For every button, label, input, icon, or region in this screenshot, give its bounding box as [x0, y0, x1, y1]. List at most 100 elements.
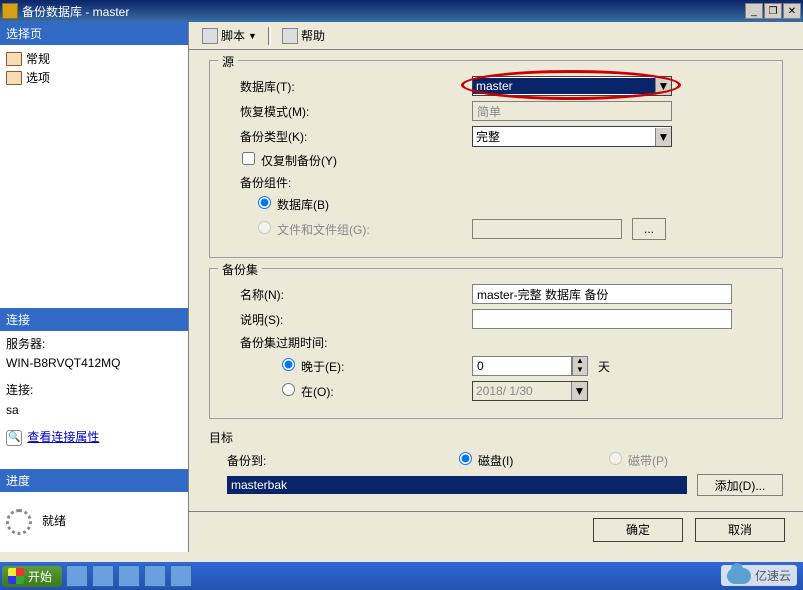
sidebar-item-general[interactable]: 常规 — [6, 49, 182, 68]
after-days-input[interactable] — [472, 356, 572, 376]
name-field[interactable] — [472, 284, 732, 304]
watermark-text: 亿速云 — [755, 567, 791, 584]
help-button[interactable]: 帮助 — [275, 24, 332, 47]
taskbar-item[interactable] — [92, 565, 114, 587]
group-title-backup-set: 备份集 — [218, 261, 262, 278]
group-title-source: 源 — [218, 53, 238, 70]
copy-only-checkbox[interactable] — [242, 152, 255, 165]
sidebar-item-options[interactable]: 选项 — [6, 68, 182, 87]
connection-value: sa — [6, 401, 182, 420]
recovery-mode-label: 恢复模式(M): — [222, 103, 472, 120]
disk-radio[interactable] — [459, 452, 472, 465]
chevron-down-icon[interactable]: ▼ — [655, 77, 671, 95]
tape-radio-label: 磁带(P) — [609, 452, 668, 469]
group-target: 目标 备份到: 磁盘(I) 磁带(P) masterbak 添加(D)... — [209, 429, 783, 496]
database-label: 数据库(T): — [222, 78, 472, 95]
watermark: 亿速云 — [721, 565, 797, 586]
description-label: 说明(S): — [222, 311, 472, 328]
minimize-button[interactable]: _ — [745, 3, 763, 19]
dialog-footer: 确定 取消 — [189, 511, 803, 547]
progress-status: 就绪 — [42, 512, 66, 531]
taskbar-item[interactable] — [66, 565, 88, 587]
progress-spinner-icon — [6, 509, 32, 535]
after-radio[interactable] — [282, 358, 295, 371]
name-label: 名称(N): — [222, 286, 472, 303]
days-unit: 天 — [598, 358, 610, 375]
description-field[interactable] — [472, 309, 732, 329]
server-value: WIN-B8RVQT412MQ — [6, 354, 182, 373]
sidebar-item-label: 常规 — [26, 50, 50, 67]
toolbar: 脚本 ▼ 帮助 — [189, 22, 803, 50]
backup-component-label: 备份组件: — [222, 174, 472, 191]
taskbar-item[interactable] — [170, 565, 192, 587]
server-label: 服务器: — [6, 335, 182, 354]
group-backup-set: 备份集 名称(N): 说明(S): 备份集过期时间: 晚于(E): ▲▼ 天 — [209, 268, 783, 419]
database-radio-label[interactable]: 数据库(B) — [222, 196, 472, 213]
ok-button[interactable]: 确定 — [593, 518, 683, 542]
chevron-down-icon: ▼ — [248, 31, 257, 41]
script-label: 脚本 — [221, 27, 245, 44]
connection-label: 连接: — [6, 381, 182, 400]
form: 源 数据库(T): master ▼ 恢复模式(M): 备份类型(K): — [189, 50, 803, 511]
disk-radio-label[interactable]: 磁盘(I) — [459, 452, 609, 469]
help-icon — [282, 28, 298, 44]
filegroup-radio-label: 文件和文件组(G): — [222, 221, 472, 238]
backup-to-label: 备份到: — [209, 452, 459, 469]
progress-body: 就绪 — [0, 492, 188, 552]
after-radio-label[interactable]: 晚于(E): — [222, 358, 472, 375]
backup-type-select[interactable]: 完整 ▼ — [472, 126, 672, 147]
script-icon — [202, 28, 218, 44]
window-title: 备份数据库 - master — [22, 3, 129, 20]
tape-radio — [609, 452, 622, 465]
page-icon — [6, 71, 22, 85]
database-select[interactable]: master ▼ — [472, 76, 672, 96]
script-button[interactable]: 脚本 ▼ — [195, 24, 264, 47]
filegroup-field — [472, 219, 622, 239]
windows-logo-icon — [8, 568, 24, 584]
backup-type-value: 完整 — [473, 127, 655, 146]
maximize-button[interactable]: ❐ — [764, 3, 782, 19]
recovery-mode-field — [472, 101, 672, 121]
toolbar-separator — [268, 27, 271, 45]
cloud-icon — [727, 568, 751, 584]
sidebar: 选择页 常规 选项 连接 服务器: WIN-B8RVQT412MQ 连接: sa… — [0, 22, 189, 552]
window-titlebar: 备份数据库 - master _ ❐ ✕ — [0, 0, 803, 22]
add-destination-button[interactable]: 添加(D)... — [697, 474, 783, 496]
window-icon — [2, 3, 18, 19]
view-connection-properties-link[interactable]: 查看连接属性 — [27, 430, 99, 444]
on-radio[interactable] — [282, 383, 295, 396]
sidebar-page-list: 常规 选项 — [0, 45, 188, 91]
group-title-target: 目标 — [209, 429, 783, 446]
start-label: 开始 — [28, 568, 52, 585]
main-panel: 脚本 ▼ 帮助 源 数据库(T): master ▼ — [189, 22, 803, 552]
cancel-button[interactable]: 取消 — [695, 518, 785, 542]
on-date-picker: 2018/ 1/30 ▼ — [472, 381, 588, 401]
taskbar-item[interactable] — [118, 565, 140, 587]
sidebar-heading-connection: 连接 — [0, 308, 188, 331]
taskbar-item[interactable] — [144, 565, 166, 587]
copy-only-checkbox-label[interactable]: 仅复制备份(Y) — [242, 152, 337, 169]
sidebar-item-label: 选项 — [26, 69, 50, 86]
expire-label: 备份集过期时间: — [222, 334, 472, 351]
destination-list-item[interactable]: masterbak — [227, 476, 687, 494]
stepper-down-icon[interactable]: ▼ — [573, 366, 587, 375]
sidebar-heading-progress: 进度 — [0, 469, 188, 492]
after-days-stepper[interactable]: ▲▼ — [472, 356, 588, 376]
on-date-value: 2018/ 1/30 — [473, 383, 571, 399]
taskbar: 开始 — [0, 562, 803, 590]
window-controls: _ ❐ ✕ — [745, 3, 801, 19]
sidebar-heading-select-page: 选择页 — [0, 22, 188, 45]
page-icon — [6, 52, 22, 66]
chevron-down-icon[interactable]: ▼ — [571, 382, 587, 400]
chevron-down-icon[interactable]: ▼ — [655, 128, 671, 146]
on-radio-label[interactable]: 在(O): — [222, 383, 472, 400]
filegroup-browse-button[interactable]: ... — [632, 218, 666, 240]
start-button[interactable]: 开始 — [2, 566, 62, 587]
connection-info: 服务器: WIN-B8RVQT412MQ 连接: sa 查看连接属性 — [0, 331, 188, 451]
database-radio[interactable] — [258, 196, 271, 209]
filegroup-radio — [258, 221, 271, 234]
group-source: 源 数据库(T): master ▼ 恢复模式(M): 备份类型(K): — [209, 60, 783, 258]
backup-type-label: 备份类型(K): — [222, 128, 472, 145]
close-button[interactable]: ✕ — [783, 3, 801, 19]
database-value: master — [473, 78, 655, 94]
